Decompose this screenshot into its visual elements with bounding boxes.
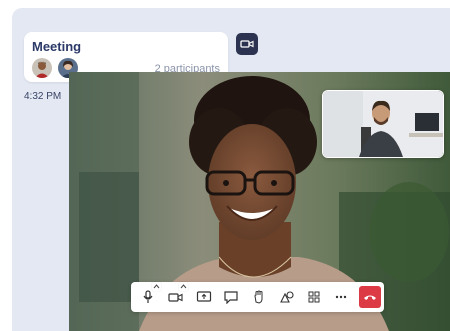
chevron-up-icon (180, 284, 187, 289)
camera-button[interactable] (166, 282, 188, 307)
video-call-badge[interactable] (236, 33, 258, 55)
reactions-icon (280, 291, 294, 303)
message-timestamp: 4:32 PM (24, 91, 62, 102)
raise-hand-button[interactable] (249, 287, 269, 307)
apps-grid-icon (308, 291, 320, 303)
more-options-button[interactable] (331, 287, 351, 307)
microphone-button[interactable] (138, 282, 161, 307)
camera-icon (168, 293, 183, 302)
camera-options-caret[interactable] (179, 282, 188, 291)
end-call-icon (364, 295, 376, 300)
mic-options-caret[interactable] (152, 282, 161, 291)
reactions-button[interactable] (277, 287, 297, 307)
call-controls-toolbar (131, 282, 384, 312)
share-screen-button[interactable] (194, 287, 214, 307)
end-call-button[interactable] (359, 286, 381, 308)
chat-icon (224, 291, 238, 304)
more-icon (335, 295, 347, 299)
share-screen-icon (196, 291, 212, 302)
raise-hand-icon (254, 290, 263, 304)
video-camera-icon (240, 40, 254, 48)
self-view-video[interactable] (322, 90, 444, 158)
man-avatar (31, 57, 53, 79)
teams-meeting-window: Meeting 2 participants 4:32 PM (0, 0, 450, 331)
chevron-up-icon (153, 284, 160, 289)
apps-button[interactable] (304, 287, 324, 307)
meeting-title: Meeting (32, 39, 82, 54)
microphone-icon (143, 290, 153, 303)
chat-button[interactable] (221, 287, 241, 307)
